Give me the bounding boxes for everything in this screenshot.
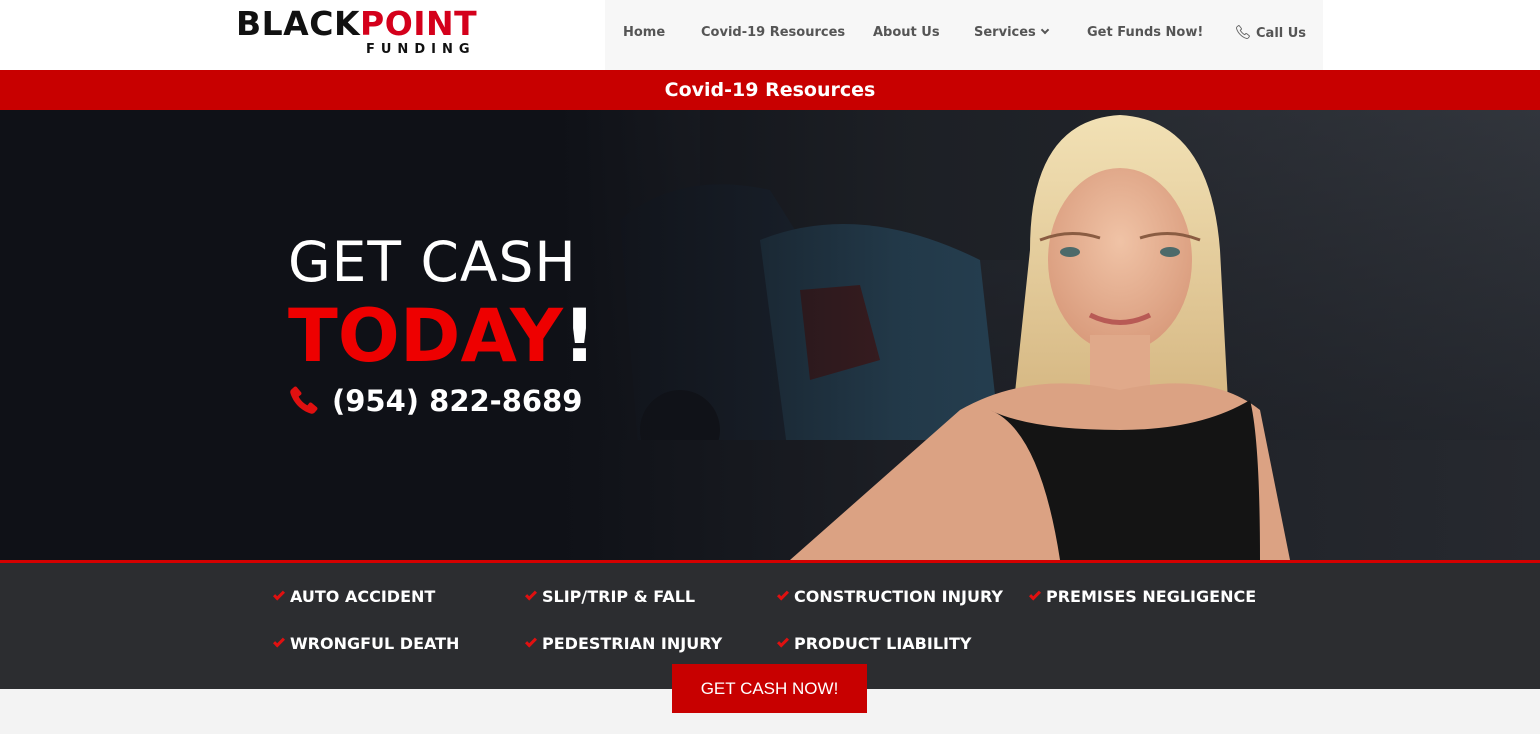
get-cash-now-button[interactable]: GET CASH NOW! [672, 664, 867, 713]
check-icon [776, 588, 790, 601]
hero-photo [560, 110, 1540, 560]
logo-wordmark: BLACKPOINT [236, 6, 477, 42]
hero-headline-line2: TODAY! [288, 295, 596, 379]
logo-red-text: POINT [360, 4, 478, 43]
get-cash-now-label: GET CASH NOW! [700, 679, 839, 698]
service-label: AUTO ACCIDENT [290, 587, 436, 606]
service-label: PRODUCT LIABILITY [794, 634, 972, 653]
logo[interactable]: BLACKPOINT FUNDING [236, 6, 486, 62]
main-nav: Home Covid-19 Resources About Us Service… [605, 0, 1323, 70]
hero-phone-number: (954) 822-8689 [332, 384, 583, 418]
phone-icon [290, 386, 318, 414]
check-icon [1028, 588, 1042, 601]
hero-headline-line1: GET CASH [288, 230, 577, 294]
service-label: SLIP/TRIP & FALL [542, 587, 696, 606]
check-icon [524, 635, 538, 648]
site-header: BLACKPOINT FUNDING Home Covid-19 Resourc… [0, 0, 1540, 70]
service-item: CONSTRUCTION INJURY [776, 587, 1003, 607]
service-item: WRONGFUL DEATH [272, 634, 460, 654]
logo-subtitle: FUNDING [366, 42, 476, 57]
check-icon [524, 588, 538, 601]
nav-call-us[interactable]: Call Us [1235, 24, 1306, 43]
service-item: PRODUCT LIABILITY [776, 634, 972, 654]
check-icon [272, 635, 286, 648]
chevron-down-icon [1040, 25, 1050, 35]
hero-exclaim: ! [562, 294, 597, 379]
nav-home[interactable]: Home [623, 24, 665, 42]
service-label: WRONGFUL DEATH [290, 634, 460, 653]
hero-today: TODAY [288, 294, 563, 379]
service-item: PREMISES NEGLIGENCE [1028, 587, 1257, 607]
service-label: CONSTRUCTION INJURY [794, 587, 1003, 606]
hero-section: GET CASH TODAY! (954) 822-8689 [0, 110, 1540, 560]
service-item: AUTO ACCIDENT [272, 587, 436, 607]
nav-services[interactable]: Services [974, 24, 1050, 42]
nav-call-us-label: Call Us [1256, 26, 1307, 41]
logo-black-text: BLACK [236, 4, 361, 43]
service-label: PREMISES NEGLIGENCE [1046, 587, 1257, 606]
check-icon [272, 588, 286, 601]
covid-banner-label: Covid-19 Resources [664, 79, 876, 101]
nav-get-funds[interactable]: Get Funds Now! [1087, 24, 1203, 42]
service-item: SLIP/TRIP & FALL [524, 587, 696, 607]
nav-covid-resources[interactable]: Covid-19 Resources [701, 24, 845, 42]
nav-services-label: Services [974, 25, 1036, 40]
service-label: PEDESTRIAN INJURY [542, 634, 723, 653]
phone-icon [1235, 25, 1250, 40]
service-item: PEDESTRIAN INJURY [524, 634, 723, 654]
covid-banner[interactable]: Covid-19 Resources [0, 70, 1540, 110]
check-icon [776, 635, 790, 648]
nav-about-us[interactable]: About Us [873, 24, 940, 42]
